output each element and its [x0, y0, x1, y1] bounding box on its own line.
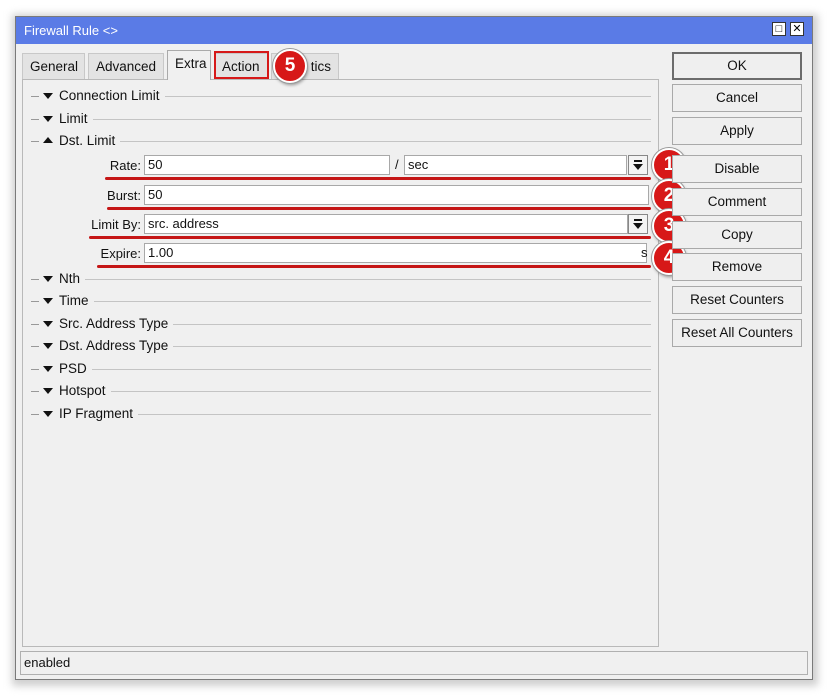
section-time[interactable]: Time	[31, 293, 651, 311]
tab-general[interactable]: General	[22, 53, 85, 79]
window-title: Firewall Rule <>	[24, 23, 118, 38]
section-ip-fragment[interactable]: IP Fragment	[31, 406, 651, 424]
expand-icon[interactable]	[43, 321, 53, 327]
section-nth[interactable]: Nth	[31, 271, 651, 289]
limit-by-select[interactable]: src. address	[144, 214, 628, 234]
section-connection-limit[interactable]: Connection Limit	[31, 88, 651, 106]
burst-label: Burst:	[107, 188, 141, 203]
section-src-address-type[interactable]: Src. Address Type	[31, 316, 651, 334]
section-dst-address-type[interactable]: Dst. Address Type	[31, 338, 651, 356]
restore-icon[interactable]: □	[772, 22, 786, 36]
collapse-icon[interactable]	[43, 137, 53, 143]
expand-icon[interactable]	[43, 388, 53, 394]
section-label: PSD	[59, 361, 92, 376]
comment-button[interactable]: Comment	[672, 188, 802, 216]
disable-button[interactable]: Disable	[672, 155, 802, 183]
expand-icon[interactable]	[43, 298, 53, 304]
annotation-underline-2	[107, 207, 651, 210]
section-label: Limit	[59, 111, 93, 126]
expire-field[interactable]: 1.00	[144, 243, 647, 263]
section-limit[interactable]: Limit	[31, 111, 651, 129]
section-dst-limit[interactable]: Dst. Limit	[31, 133, 651, 151]
remove-button[interactable]: Remove	[672, 253, 802, 281]
rate-label: Rate:	[109, 158, 141, 173]
section-label: Time	[59, 293, 94, 308]
expand-icon[interactable]	[43, 276, 53, 282]
section-psd[interactable]: PSD	[31, 361, 651, 379]
expire-unit: s	[641, 245, 648, 260]
expand-icon[interactable]	[43, 411, 53, 417]
rate-separator: /	[395, 157, 399, 172]
annotation-underline-4	[97, 265, 651, 268]
section-hotspot[interactable]: Hotspot	[31, 383, 651, 401]
rate-unit-select[interactable]: sec	[404, 155, 627, 175]
tab-advanced[interactable]: Advanced	[88, 53, 164, 79]
status-bar: enabled	[20, 651, 808, 675]
action-tab-highlight	[214, 51, 269, 79]
reset-counters-button[interactable]: Reset Counters	[672, 286, 802, 314]
section-label: Src. Address Type	[59, 316, 174, 331]
rate-field[interactable]: 50	[144, 155, 390, 175]
expire-label: Expire:	[100, 246, 141, 261]
copy-button[interactable]: Copy	[672, 221, 802, 249]
section-label: Dst. Address Type	[59, 338, 174, 353]
burst-field[interactable]: 50	[144, 185, 649, 205]
limit-by-dropdown-icon[interactable]	[628, 214, 648, 234]
apply-button[interactable]: Apply	[672, 117, 802, 145]
section-label: IP Fragment	[59, 406, 139, 421]
section-label: Hotspot	[59, 383, 111, 398]
annotation-badge-5: 5	[273, 49, 307, 83]
annotation-underline-1	[105, 177, 651, 180]
section-label: Dst. Limit	[59, 133, 121, 148]
limit-by-label: Limit By:	[91, 217, 141, 232]
expand-icon[interactable]	[43, 366, 53, 372]
annotation-underline-3	[89, 236, 651, 239]
section-label: Nth	[59, 271, 86, 286]
section-label: Connection Limit	[59, 88, 165, 103]
reset-all-counters-button[interactable]: Reset All Counters	[672, 319, 802, 347]
close-icon[interactable]: ✕	[790, 22, 804, 36]
expand-icon[interactable]	[43, 116, 53, 122]
expand-icon[interactable]	[43, 343, 53, 349]
extra-panel: Connection Limit Limit Dst. Limit Rate: …	[22, 79, 659, 647]
tab-extra[interactable]: Extra	[167, 50, 211, 80]
firewall-rule-window: Firewall Rule <> □ ✕ General Advanced Ex…	[15, 16, 813, 680]
ok-button[interactable]: OK	[672, 52, 802, 80]
title-bar: Firewall Rule <> □ ✕	[16, 17, 812, 44]
rate-unit-dropdown-icon[interactable]	[628, 155, 648, 175]
cancel-button[interactable]: Cancel	[672, 84, 802, 112]
expand-icon[interactable]	[43, 93, 53, 99]
